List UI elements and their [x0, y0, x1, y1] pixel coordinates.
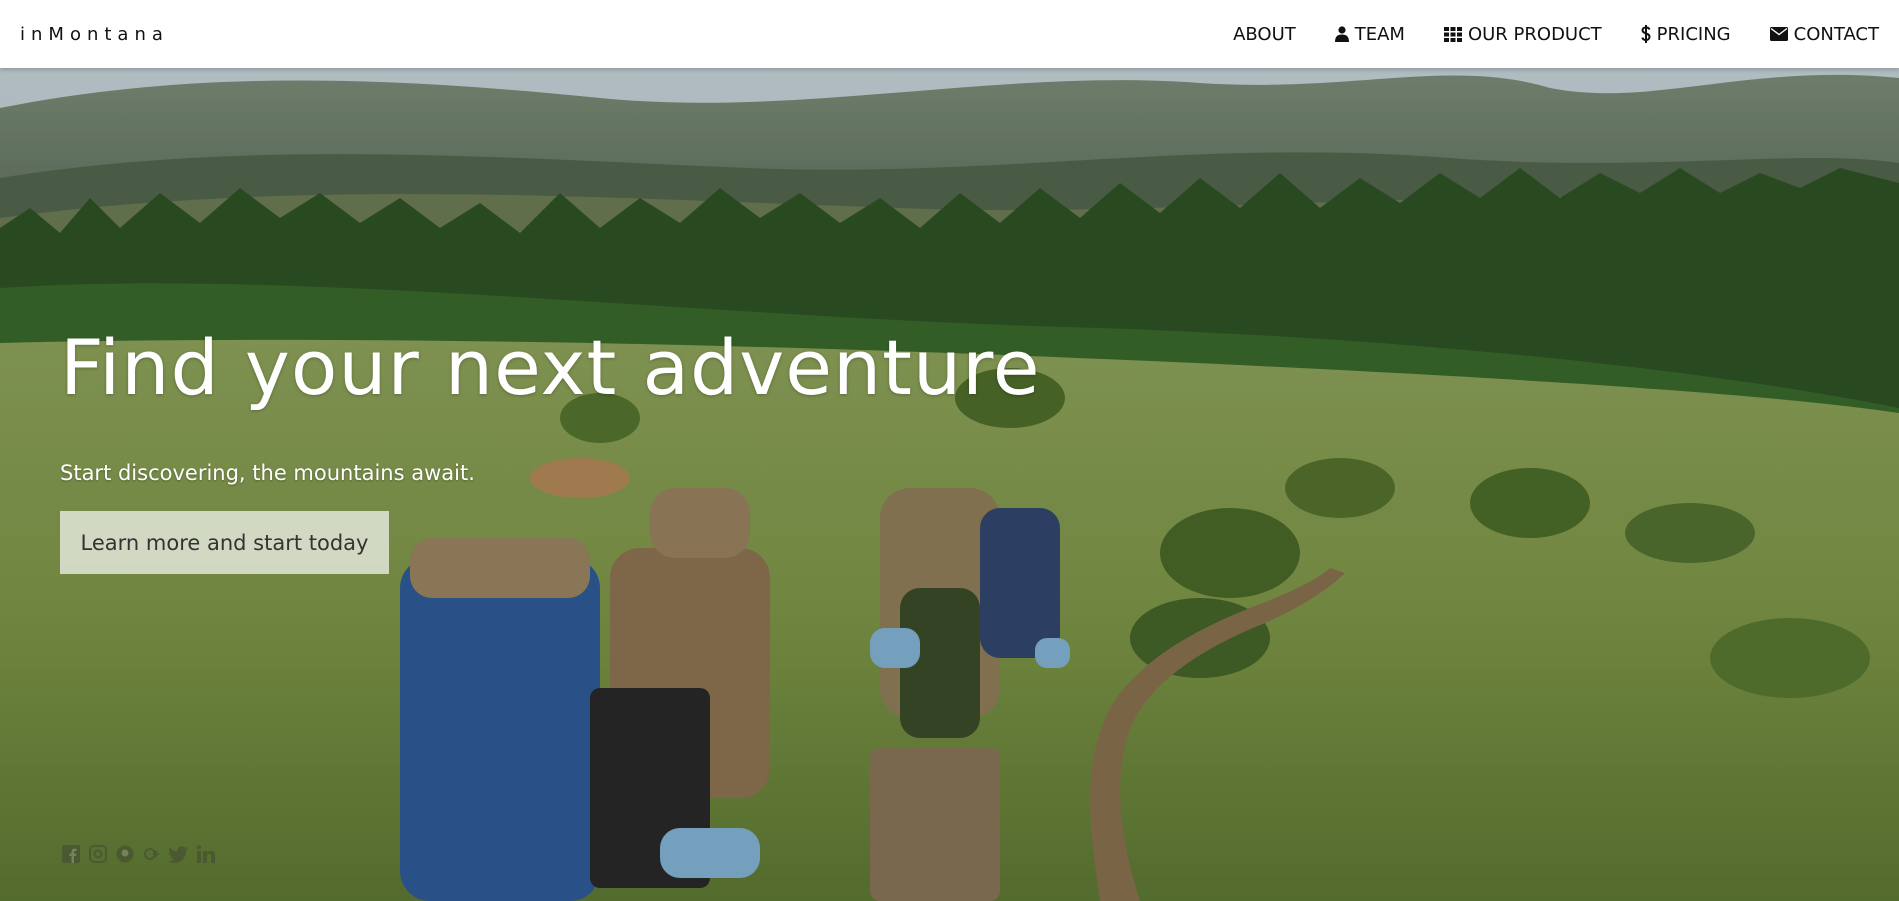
hero-title: Find your next adventure [60, 323, 1041, 412]
linkedin-icon[interactable] [195, 843, 217, 865]
grid-icon [1443, 26, 1462, 42]
nav-item-label: OUR PRODUCT [1467, 23, 1602, 45]
brand-logo[interactable]: inMontana [20, 24, 169, 45]
hero-subtitle: Start discovering, the mountains await. [60, 461, 475, 485]
main-nav: ABOUT TEAM OUR PRODUCT PRICING CONTACT [1233, 24, 1879, 45]
user-icon [1334, 26, 1349, 42]
nav-item-label: TEAM [1354, 23, 1405, 45]
nav-item-our-product[interactable]: OUR PRODUCT [1443, 23, 1602, 45]
nav-item-pricing[interactable]: PRICING [1640, 23, 1731, 45]
nav-item-label: CONTACT [1793, 23, 1879, 45]
social-links [60, 843, 217, 865]
top-navbar: inMontana ABOUT TEAM OUR PRODUCT PRICING… [0, 0, 1899, 68]
facebook-icon[interactable] [60, 843, 82, 865]
instagram-icon[interactable] [87, 843, 109, 865]
github-icon[interactable] [114, 843, 136, 865]
nav-item-label: ABOUT [1233, 23, 1296, 45]
nav-item-team[interactable]: TEAM [1334, 23, 1405, 45]
envelope-icon [1769, 27, 1788, 41]
google-plus-icon[interactable] [141, 843, 163, 865]
learn-more-button[interactable]: Learn more and start today [60, 511, 389, 574]
dollar-icon [1640, 25, 1651, 43]
nav-item-contact[interactable]: CONTACT [1769, 23, 1879, 45]
nav-item-about[interactable]: ABOUT [1233, 24, 1296, 45]
hero-section: Find your next adventure Start discoveri… [0, 68, 1899, 901]
nav-item-label: PRICING [1656, 23, 1731, 45]
twitter-icon[interactable] [168, 843, 190, 865]
